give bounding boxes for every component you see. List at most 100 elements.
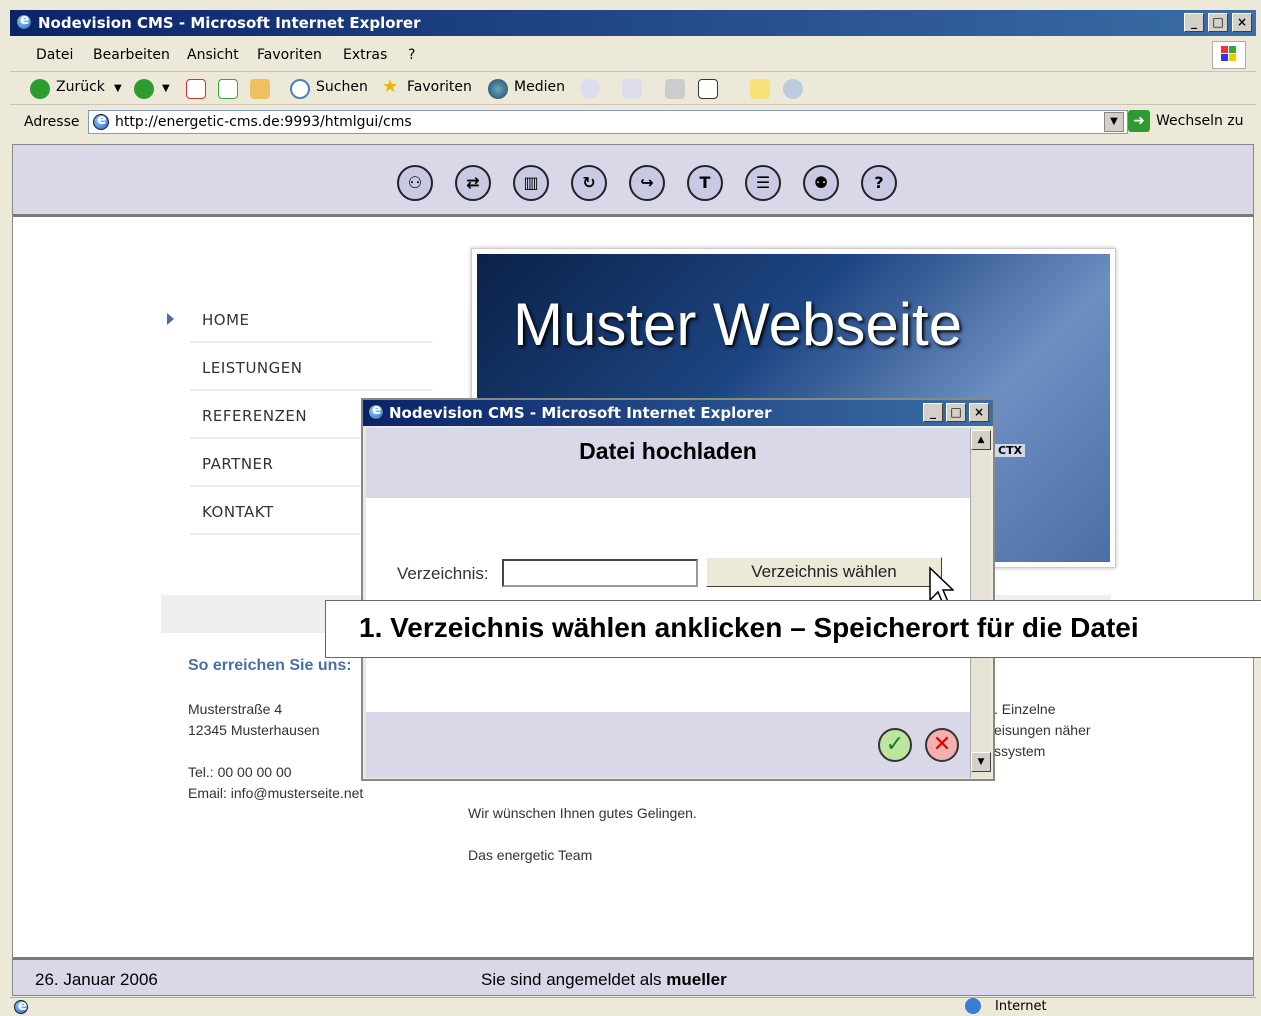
signature-text: Das energetic Team (468, 847, 593, 863)
instruction-callout: 1. Verzeichnis wählen anklicken – Speich… (325, 600, 1261, 658)
scroll-down-icon[interactable]: ▼ (971, 752, 991, 772)
contact-title: So erreichen Sie uns: (188, 657, 352, 674)
reload-icon[interactable] (218, 79, 238, 99)
address-url: http://energetic-cms.de:9993/htmlgui/cms (115, 114, 412, 130)
dialog-title: Nodevision CMS - Microsoft Internet Expl… (389, 404, 772, 422)
internet-zone-icon (965, 998, 981, 1014)
home-icon[interactable] (250, 79, 270, 99)
menu-help[interactable]: ? (408, 47, 415, 63)
ie-logo-icon (16, 12, 32, 30)
go-arrow-icon: ➜ (1128, 110, 1150, 132)
contact-email: Email: info@musterseite.net (188, 785, 364, 801)
status-username: mueller (666, 970, 727, 989)
address-dropdown-icon[interactable]: ▼ (1104, 112, 1124, 132)
page-icon (93, 112, 109, 130)
word-edit-icon[interactable] (698, 79, 718, 99)
ie-logo-icon (368, 402, 384, 420)
menu-ansicht[interactable]: Ansicht (187, 47, 239, 63)
user-group-icon[interactable]: ⚉ (803, 165, 839, 201)
address-label: Adresse (24, 114, 80, 130)
nav-item-home[interactable]: HOME (190, 295, 433, 343)
status-date: 26. Januar 2006 (35, 970, 158, 989)
address-input[interactable]: http://energetic-cms.de:9993/htmlgui/cms (88, 110, 1128, 134)
favorites-button-label[interactable]: Favoriten (407, 79, 472, 95)
trash-icon[interactable]: ▥ (513, 165, 549, 201)
scroll-up-icon[interactable]: ▲ (971, 430, 991, 450)
zone-label: Internet (995, 999, 1047, 1014)
contact-street: Musterstraße 4 (188, 701, 283, 717)
mail-icon[interactable] (622, 79, 642, 99)
minimize-button[interactable]: _ (1184, 13, 1204, 32)
notes-icon[interactable] (750, 79, 770, 99)
move-icon[interactable]: ⇄ (455, 165, 491, 201)
address-bar: Adresse http://energetic-cms.de:9993/htm… (10, 106, 1256, 139)
browser-window: Nodevision CMS - Microsoft Internet Expl… (0, 0, 1261, 1016)
forward-icon[interactable]: ↪ (629, 165, 665, 201)
upload-dialog: Nodevision CMS - Microsoft Internet Expl… (361, 398, 995, 781)
nav-label: PARTNER (202, 455, 274, 473)
banner-title: Muster Webseite (513, 291, 963, 358)
cms-toolbar: ⚇ ⇄ ▥ ↻ ↪ T ☰ ⚉ ? (13, 145, 1253, 217)
status-login-text: Sie sind angemeldet als mueller (481, 970, 727, 990)
dialog-close-button[interactable]: × (969, 403, 989, 422)
users-icon[interactable]: ⚇ (397, 165, 433, 201)
dialog-header: Datei hochladen (366, 428, 970, 498)
banner-badge: CTX (995, 444, 1026, 457)
standard-toolbar: Zurück ▼ ▼ Suchen ★ Favoriten Medien (10, 73, 1256, 105)
nav-label: KONTAKT (202, 503, 274, 521)
callout-text: 1. Verzeichnis wählen anklicken – Speich… (359, 612, 1139, 643)
close-button[interactable]: × (1232, 13, 1252, 32)
maximize-button[interactable]: □ (1208, 13, 1228, 32)
menu-favoriten[interactable]: Favoriten (257, 47, 322, 63)
choose-directory-button[interactable]: Verzeichnis wählen (706, 557, 942, 587)
forward-dropdown-icon[interactable]: ▼ (162, 83, 170, 94)
window-title: Nodevision CMS - Microsoft Internet Expl… (38, 14, 421, 32)
media-icon[interactable] (488, 79, 508, 99)
right-text-line: . Einzelne (994, 701, 1056, 717)
messenger-icon[interactable] (783, 79, 803, 99)
title-bar: Nodevision CMS - Microsoft Internet Expl… (10, 10, 1256, 36)
right-text-line: ssystem (994, 743, 1046, 759)
nav-label: HOME (202, 311, 250, 329)
tools-icon[interactable]: T (687, 165, 723, 201)
dialog-title-bar: Nodevision CMS - Microsoft Internet Expl… (363, 400, 993, 426)
dialog-footer: ✓ ✕ (366, 712, 970, 778)
windows-flag-icon (1212, 41, 1246, 69)
nav-item-leistungen[interactable]: LEISTUNGEN (190, 343, 433, 391)
cancel-icon[interactable]: ✕ (925, 728, 959, 762)
forward-arrow-icon[interactable] (134, 79, 154, 99)
menu-bearbeiten[interactable]: Bearbeiten (93, 47, 170, 63)
menu-datei[interactable]: Datei (36, 47, 73, 63)
status-login-prefix: Sie sind angemeldet als (481, 970, 662, 989)
back-dropdown-icon[interactable]: ▼ (114, 83, 122, 94)
nav-label: LEISTUNGEN (202, 359, 303, 377)
document-list-icon[interactable]: ☰ (745, 165, 781, 201)
page-status-icon (14, 998, 28, 1014)
dialog-maximize-button[interactable]: □ (946, 403, 966, 422)
go-button[interactable]: ➜ Wechseln zu (1128, 110, 1244, 132)
right-text-line: eisungen näher (994, 722, 1091, 738)
cms-status-line: 26. Januar 2006 Sie sind angemeldet als … (13, 957, 1253, 995)
contact-phone: Tel.: 00 00 00 00 (188, 764, 292, 780)
confirm-icon[interactable]: ✓ (878, 728, 912, 762)
contact-city: 12345 Musterhausen (188, 722, 320, 738)
history-icon[interactable] (580, 79, 600, 99)
back-arrow-icon[interactable] (30, 79, 50, 99)
star-icon[interactable]: ★ (382, 76, 398, 97)
search-button-label[interactable]: Suchen (316, 79, 368, 95)
dialog-heading: Datei hochladen (579, 438, 757, 464)
dialog-minimize-button[interactable]: _ (923, 403, 943, 422)
stop-icon[interactable] (186, 79, 206, 99)
menu-extras[interactable]: Extras (343, 47, 387, 63)
search-icon[interactable] (290, 79, 310, 99)
go-button-label: Wechseln zu (1156, 113, 1244, 129)
nav-label: REFERENZEN (202, 407, 308, 425)
help-icon[interactable]: ? (861, 165, 897, 201)
print-icon[interactable] (665, 79, 685, 99)
directory-input[interactable] (502, 559, 698, 587)
contact-block: So erreichen Sie uns: Musterstraße 4 123… (188, 657, 363, 801)
back-button-label[interactable]: Zurück (56, 79, 105, 95)
media-button-label[interactable]: Medien (514, 79, 565, 95)
refresh-icon[interactable]: ↻ (571, 165, 607, 201)
greeting-text: Wir wünschen Ihnen gutes Gelingen. (468, 805, 697, 821)
